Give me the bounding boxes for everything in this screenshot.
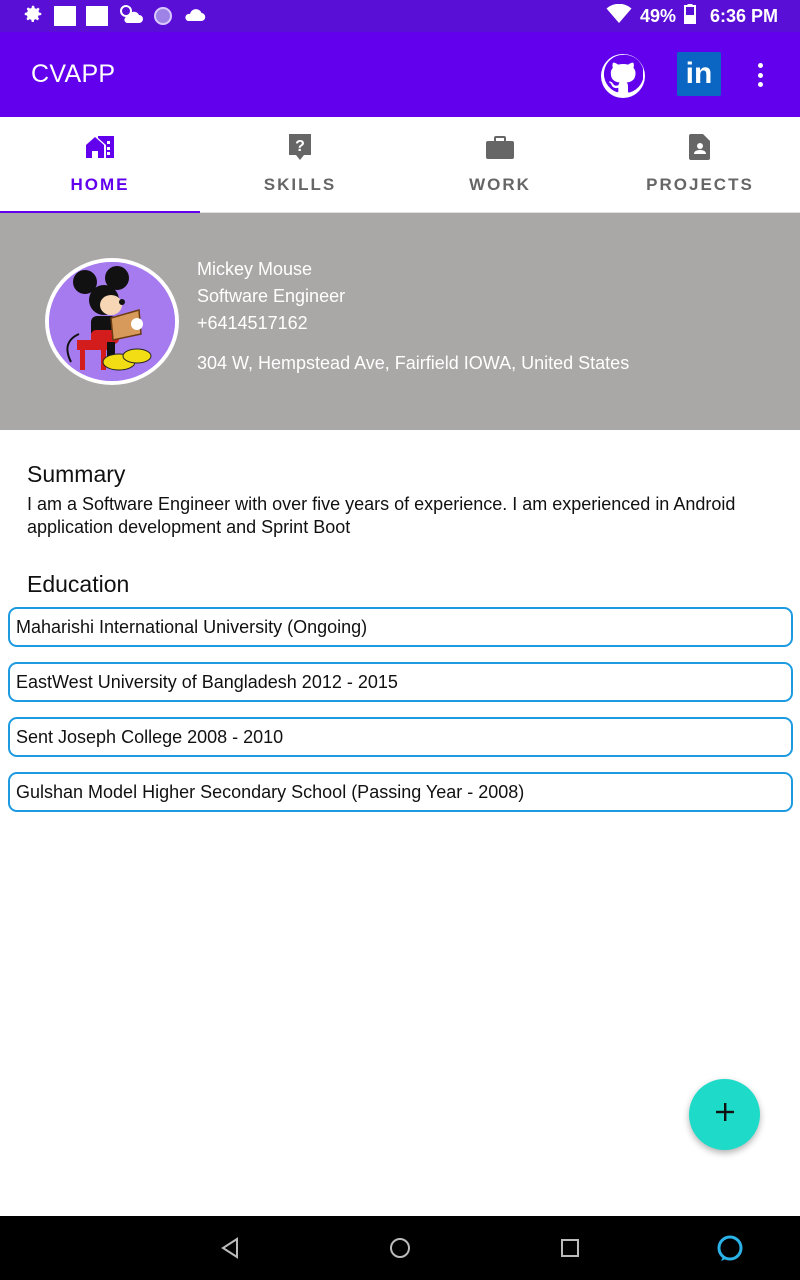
summary-heading: Summary (27, 461, 126, 487)
profile-header: Mickey Mouse Software Engineer +64145171… (0, 213, 800, 430)
square-icon (54, 6, 76, 26)
status-bar: 49% 6:36 PM (0, 0, 800, 32)
tab-label: SKILLS (263, 175, 337, 194)
avatar (45, 258, 179, 385)
profile-phone: +6414517162 (197, 313, 308, 333)
education-heading: Education (27, 571, 130, 597)
gear-icon (22, 3, 44, 30)
github-icon (603, 54, 644, 99)
square-icon (86, 6, 108, 26)
system-nav-bar (0, 1216, 800, 1280)
tab-label: PROJECTS (646, 175, 754, 194)
cloud-sun-icon (118, 3, 144, 30)
profile-title: Software Engineer (197, 286, 346, 306)
back-icon[interactable] (214, 1232, 246, 1264)
tab-work[interactable]: WORK (400, 117, 600, 213)
status-notification-icons (22, 4, 206, 28)
education-item[interactable]: Sent Joseph College 2008 - 2010 (8, 717, 793, 757)
battery-percent: 49% (639, 5, 676, 26)
education-item[interactable]: Maharishi International University (Ongo… (8, 607, 793, 647)
clock: 6:36 PM (709, 5, 778, 26)
briefcase-icon (485, 133, 515, 161)
svg-text:?: ? (295, 138, 305, 155)
linkedin-button[interactable]: in (677, 52, 721, 96)
app-title: CVAPP (31, 60, 116, 88)
app-bar: CVAPP in (0, 32, 800, 117)
recents-icon[interactable] (554, 1232, 586, 1264)
plus-icon (714, 1101, 736, 1128)
summary-text: I am a Software Engineer with over five … (27, 494, 736, 537)
circle-icon (154, 7, 172, 25)
tab-label: WORK (469, 175, 531, 194)
education-list: Maharishi International University (Ongo… (8, 607, 793, 827)
status-system-icons: 49% 6:36 PM (606, 3, 778, 29)
help-icon: ? (285, 133, 315, 161)
avatar-image (49, 262, 175, 381)
profile-address: 304 W, Hempstead Ave, Fairfield IOWA, Un… (197, 353, 630, 373)
battery-icon (683, 3, 696, 29)
cloud-icon (182, 5, 206, 28)
profile-info: Mickey Mouse Software Engineer +64145171… (197, 256, 629, 377)
tab-home[interactable]: HOME (0, 117, 200, 214)
tab-bar: HOME ? SKILLS WORK PROJECTS (0, 117, 800, 214)
education-item[interactable]: EastWest University of Bangladesh 2012 -… (8, 662, 793, 702)
assistant-icon[interactable] (714, 1232, 746, 1264)
education-item[interactable]: Gulshan Model Higher Secondary School (P… (8, 772, 793, 812)
wifi-icon (606, 3, 632, 29)
profile-name: Mickey Mouse (197, 259, 313, 279)
tab-label: HOME (70, 175, 130, 194)
more-options-icon[interactable] (749, 60, 771, 90)
home-circle-icon[interactable] (384, 1232, 416, 1264)
add-fab-button[interactable] (689, 1079, 760, 1150)
contact-file-icon (685, 133, 715, 161)
home-icon (85, 133, 115, 161)
tab-skills[interactable]: ? SKILLS (200, 117, 400, 213)
tab-projects[interactable]: PROJECTS (600, 117, 800, 213)
github-button[interactable] (601, 54, 645, 98)
